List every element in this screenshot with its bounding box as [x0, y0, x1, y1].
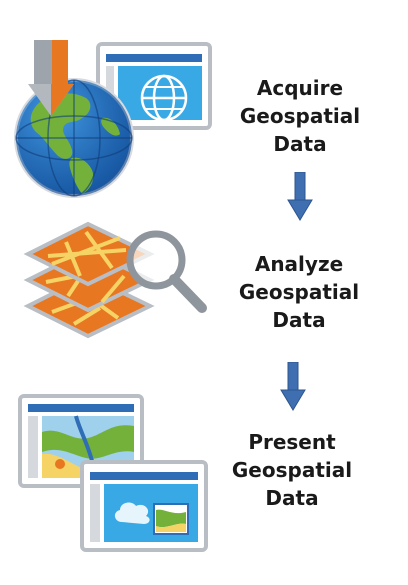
step-label-line: Data — [272, 308, 326, 332]
step-label-line: Data — [265, 486, 319, 510]
map-windows-icon — [18, 394, 208, 552]
step-label-line: Analyze — [254, 252, 344, 276]
down-arrow-icon — [287, 172, 313, 221]
step-label-line: Geospatial — [238, 280, 360, 304]
step-label-line: Data — [273, 132, 327, 156]
down-arrow-icon — [280, 362, 306, 411]
layered-map-magnifier-icon — [23, 221, 207, 339]
magnifier-icon — [126, 230, 207, 313]
globe-icon — [14, 78, 134, 198]
step-label-acquire: Acquire Geospatial Data — [220, 74, 380, 158]
globe-download-icon — [14, 40, 212, 198]
step-label-analyze: Analyze Geospatial Data — [219, 250, 379, 334]
step-label-line: Acquire — [256, 76, 344, 100]
step-label-line: Geospatial — [231, 458, 353, 482]
step-label-present: Present Geospatial Data — [212, 428, 372, 512]
step-label-line: Present — [248, 430, 336, 454]
cloud-window-icon — [80, 460, 208, 552]
step-label-line: Geospatial — [239, 104, 361, 128]
